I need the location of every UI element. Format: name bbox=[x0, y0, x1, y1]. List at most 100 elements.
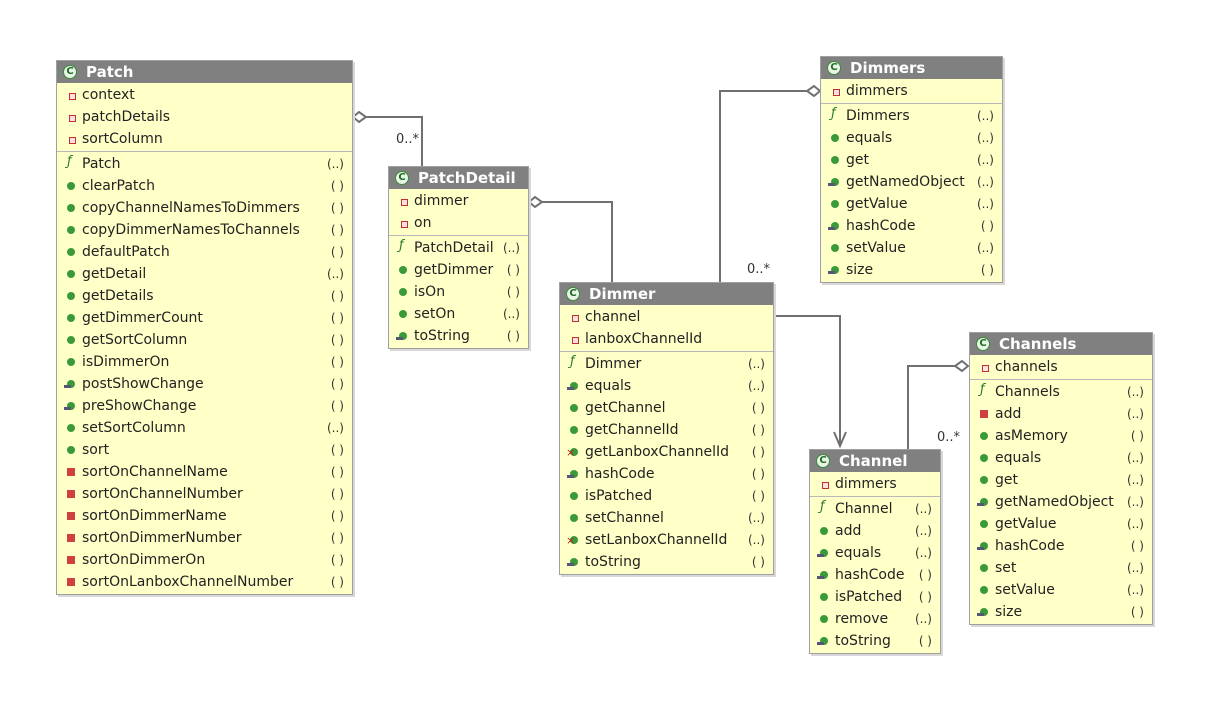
method-row[interactable]: get (..) bbox=[970, 469, 1152, 491]
method-row[interactable]: getValue (..) bbox=[821, 193, 1002, 215]
method-row[interactable]: add (..) bbox=[970, 403, 1152, 425]
method-row[interactable]: PatchDetail (..) bbox=[389, 237, 528, 259]
method-row[interactable]: hashCode ( ) bbox=[821, 215, 1002, 237]
method-row[interactable]: Dimmers (..) bbox=[821, 105, 1002, 127]
method-args: ( ) bbox=[330, 399, 344, 413]
method-row[interactable]: remove (..) bbox=[810, 608, 940, 630]
field-row[interactable]: dimmers bbox=[821, 80, 1002, 102]
constructor-icon bbox=[820, 503, 828, 511]
field-row[interactable]: patchDetails bbox=[57, 106, 352, 128]
method-name: hashCode bbox=[995, 538, 1065, 554]
method-row[interactable]: equals (..) bbox=[821, 127, 1002, 149]
method-row[interactable]: toString ( ) bbox=[560, 551, 773, 573]
method-row[interactable]: set (..) bbox=[970, 557, 1152, 579]
class-header[interactable]: C Patch bbox=[57, 61, 352, 83]
method-row[interactable]: Patch (..) bbox=[57, 153, 352, 175]
class-header[interactable]: C Channels bbox=[970, 333, 1152, 355]
field-row[interactable]: dimmers bbox=[810, 473, 940, 495]
field-row[interactable]: context bbox=[57, 84, 352, 106]
method-row[interactable]: sortOnDimmerName ( ) bbox=[57, 505, 352, 527]
method-row[interactable]: getChannelId ( ) bbox=[560, 419, 773, 441]
method-row[interactable]: hashCode ( ) bbox=[970, 535, 1152, 557]
method-args: ( ) bbox=[751, 555, 765, 569]
field-row[interactable]: channels bbox=[970, 356, 1152, 378]
field-row[interactable]: sortColumn bbox=[57, 128, 352, 150]
method-row[interactable]: hashCode ( ) bbox=[810, 564, 940, 586]
class-header[interactable]: C Channel bbox=[810, 450, 940, 472]
field-row[interactable]: channel bbox=[560, 306, 773, 328]
method-row[interactable]: toString ( ) bbox=[810, 630, 940, 652]
method-row[interactable]: copyChannelNamesToDimmers ( ) bbox=[57, 197, 352, 219]
class-box-dimmers[interactable]: C Dimmers dimmers Dimmers (..) equals (..) get (… bbox=[820, 56, 1003, 283]
dimmers-dimmer-association bbox=[719, 90, 807, 282]
method-row[interactable]: setSortColumn (..) bbox=[57, 417, 352, 439]
field-row[interactable]: dimmer bbox=[389, 190, 528, 212]
method-name: getValue bbox=[846, 196, 908, 212]
method-row[interactable]: getChannel ( ) bbox=[560, 397, 773, 419]
method-row[interactable]: clearPatch ( ) bbox=[57, 175, 352, 197]
field-row[interactable]: lanboxChannelId bbox=[560, 328, 773, 350]
method-row[interactable]: setChannel (..) bbox=[560, 507, 773, 529]
method-row[interactable]: Dimmer (..) bbox=[560, 353, 773, 375]
public-method-icon bbox=[980, 586, 988, 594]
method-row[interactable]: getDetails ( ) bbox=[57, 285, 352, 307]
method-row[interactable]: equals (..) bbox=[970, 447, 1152, 469]
method-row[interactable]: equals (..) bbox=[810, 542, 940, 564]
method-row[interactable]: defaultPatch ( ) bbox=[57, 241, 352, 263]
method-row[interactable]: getLanboxChannelId ( ) bbox=[560, 441, 773, 463]
method-row[interactable]: isPatched ( ) bbox=[560, 485, 773, 507]
method-row[interactable]: sortOnLanboxChannelNumber ( ) bbox=[57, 571, 352, 593]
class-header[interactable]: C Dimmers bbox=[821, 57, 1002, 79]
method-row[interactable]: postShowChange ( ) bbox=[57, 373, 352, 395]
method-row[interactable]: equals (..) bbox=[560, 375, 773, 397]
class-box-patch[interactable]: C Patch context patchDetails sortColumn Patch… bbox=[56, 60, 353, 595]
private-method-icon bbox=[67, 578, 75, 586]
method-name: setSortColumn bbox=[82, 420, 186, 436]
method-row[interactable]: add (..) bbox=[810, 520, 940, 542]
method-row[interactable]: isDimmerOn ( ) bbox=[57, 351, 352, 373]
method-row[interactable]: sortOnChannelName ( ) bbox=[57, 461, 352, 483]
method-row[interactable]: setValue (..) bbox=[970, 579, 1152, 601]
method-row[interactable]: setLanboxChannelId (..) bbox=[560, 529, 773, 551]
method-row[interactable]: getDetail (..) bbox=[57, 263, 352, 285]
class-box-dimmer[interactable]: CDimmerchannellanboxChannelId Dimmer(..)e… bbox=[559, 282, 774, 575]
class-box-channels[interactable]: C Channels channels Channels (..) add (..) asMe… bbox=[969, 332, 1153, 625]
method-row[interactable]: Channels (..) bbox=[970, 381, 1152, 403]
method-row[interactable]: sort ( ) bbox=[57, 439, 352, 461]
method-row[interactable]: getNamedObject (..) bbox=[970, 491, 1152, 513]
method-row[interactable]: getValue (..) bbox=[970, 513, 1152, 535]
private-field-icon bbox=[572, 337, 579, 344]
public-method-icon bbox=[820, 527, 828, 535]
method-row[interactable]: setValue (..) bbox=[821, 237, 1002, 259]
class-box-patchdetail[interactable]: C PatchDetail dimmer on PatchDetail (..) getDi… bbox=[388, 166, 529, 349]
method-row[interactable]: toString ( ) bbox=[389, 325, 528, 347]
method-name: getLanboxChannelId bbox=[585, 444, 730, 460]
method-row[interactable]: setOn (..) bbox=[389, 303, 528, 325]
public-method-icon bbox=[67, 204, 75, 212]
method-row[interactable]: size ( ) bbox=[970, 601, 1152, 623]
method-row[interactable]: copyDimmerNamesToChannels ( ) bbox=[57, 219, 352, 241]
method-row[interactable]: getDimmerCount ( ) bbox=[57, 307, 352, 329]
method-row[interactable]: sortOnChannelNumber ( ) bbox=[57, 483, 352, 505]
class-box-channel[interactable]: C Channel dimmers Channel (..) add (..) equals (… bbox=[809, 449, 941, 654]
class-header[interactable]: C PatchDetail bbox=[389, 167, 528, 189]
method-row[interactable]: sortOnDimmerNumber ( ) bbox=[57, 527, 352, 549]
class-header[interactable]: C Dimmer bbox=[560, 283, 773, 305]
method-row[interactable]: Channel (..) bbox=[810, 498, 940, 520]
method-name: getDimmer bbox=[414, 262, 494, 278]
method-row[interactable]: isPatched ( ) bbox=[810, 586, 940, 608]
method-row[interactable]: getDimmer ( ) bbox=[389, 259, 528, 281]
method-row[interactable]: getSortColumn ( ) bbox=[57, 329, 352, 351]
method-row[interactable]: asMemory ( ) bbox=[970, 425, 1152, 447]
method-row[interactable]: get (..) bbox=[821, 149, 1002, 171]
method-row[interactable]: preShowChange ( ) bbox=[57, 395, 352, 417]
method-row[interactable]: getNamedObject (..) bbox=[821, 171, 1002, 193]
method-row[interactable]: hashCode ( ) bbox=[560, 463, 773, 485]
method-name: setValue bbox=[846, 240, 906, 256]
method-args: (..) bbox=[915, 524, 932, 538]
field-row[interactable]: on bbox=[389, 212, 528, 234]
method-row[interactable]: isOn ( ) bbox=[389, 281, 528, 303]
method-args: ( ) bbox=[506, 329, 520, 343]
method-row[interactable]: size ( ) bbox=[821, 259, 1002, 281]
method-row[interactable]: sortOnDimmerOn ( ) bbox=[57, 549, 352, 571]
